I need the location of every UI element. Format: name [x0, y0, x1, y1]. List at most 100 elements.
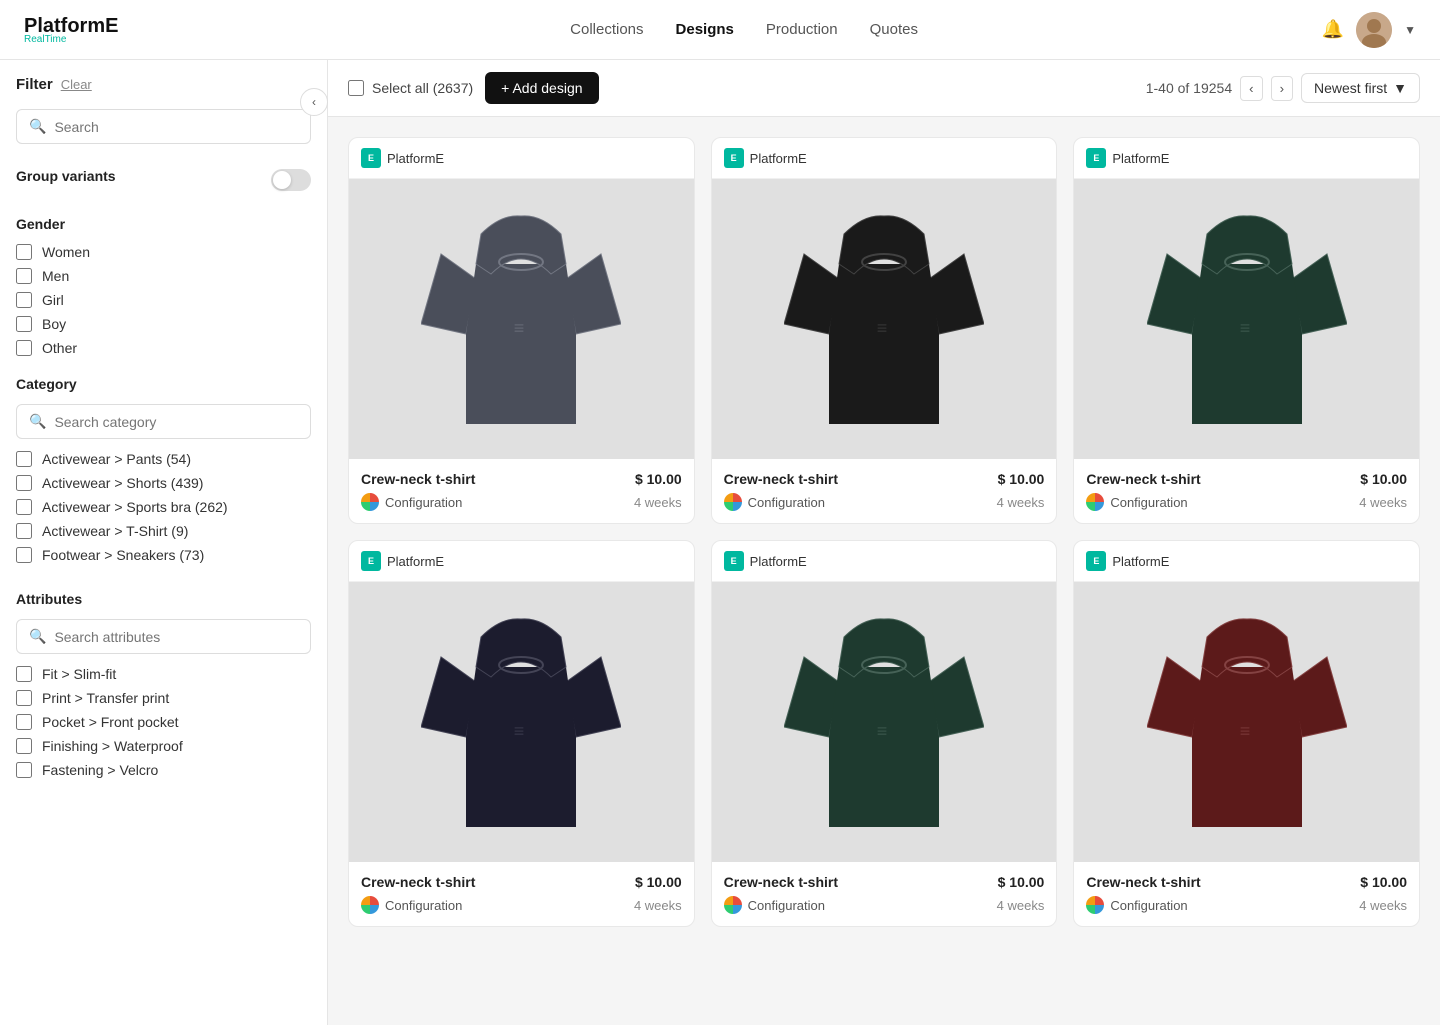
config-label: Configuration — [724, 493, 825, 511]
card-image: ≡ — [712, 179, 1057, 459]
attr-finishing-waterproof-checkbox[interactable] — [16, 738, 32, 754]
prev-page-button[interactable]: ‹ — [1240, 76, 1262, 101]
filter-header: Filter Clear — [16, 76, 311, 93]
category-activewear-tshirt[interactable]: Activewear > T-Shirt (9) — [16, 523, 311, 539]
category-search-input[interactable] — [54, 414, 298, 430]
category-footwear-sneakers[interactable]: Footwear > Sneakers (73) — [16, 547, 311, 563]
search-box: 🔍 — [16, 109, 311, 144]
category-activewear-sportsbra[interactable]: Activewear > Sports bra (262) — [16, 499, 311, 515]
design-card-3[interactable]: E PlatformE ≡ Crew-neck t-shirt $ 10.00 — [348, 540, 695, 927]
select-all-text: Select all (2637) — [372, 80, 473, 96]
card-name: Crew-neck t-shirt — [1086, 471, 1200, 487]
brand-icon: E — [724, 148, 744, 168]
design-card-1[interactable]: E PlatformE ≡ Crew-neck t-shirt $ 10.00 — [711, 137, 1058, 524]
attr-fit-slimfit-label: Fit > Slim-fit — [42, 666, 116, 682]
cat-activewear-shorts-checkbox[interactable] — [16, 475, 32, 491]
attr-pocket-front[interactable]: Pocket > Front pocket — [16, 714, 311, 730]
nav-production[interactable]: Production — [766, 21, 838, 38]
card-name-price: Crew-neck t-shirt $ 10.00 — [361, 874, 682, 890]
card-weeks: 4 weeks — [1359, 898, 1407, 913]
brand-icon: E — [361, 551, 381, 571]
gender-men-label: Men — [42, 268, 69, 284]
cat-footwear-sneakers-checkbox[interactable] — [16, 547, 32, 563]
group-variants-toggle[interactable] — [271, 169, 311, 191]
config-label: Configuration — [724, 896, 825, 914]
svg-text:≡: ≡ — [877, 318, 888, 338]
gender-boy-checkbox[interactable] — [16, 316, 32, 332]
sidebar-collapse-button[interactable]: ‹ — [300, 88, 328, 116]
pagination-info: 1-40 of 19254 — [1146, 80, 1232, 96]
category-activewear-shorts[interactable]: Activewear > Shorts (439) — [16, 475, 311, 491]
next-page-button[interactable]: › — [1271, 76, 1293, 101]
card-price: $ 10.00 — [998, 874, 1045, 890]
nav-collections[interactable]: Collections — [570, 21, 643, 38]
attributes-search-box: 🔍 — [16, 619, 311, 654]
category-list: Activewear > Pants (54) Activewear > Sho… — [16, 451, 311, 571]
card-header: E PlatformE — [349, 138, 694, 179]
category-section: Category 🔍 Activewear > Pants (54) Activ… — [16, 376, 311, 571]
card-name: Crew-neck t-shirt — [361, 874, 475, 890]
attr-pocket-front-checkbox[interactable] — [16, 714, 32, 730]
design-card-0[interactable]: E PlatformE ≡ Crew-neck t-shirt $ 10.00 — [348, 137, 695, 524]
designs-grid: E PlatformE ≡ Crew-neck t-shirt $ 10.00 — [328, 117, 1440, 947]
attr-finishing-waterproof[interactable]: Finishing > Waterproof — [16, 738, 311, 754]
topnav: PlatformE RealTime Collections Designs P… — [0, 0, 1440, 60]
design-card-2[interactable]: E PlatformE ≡ Crew-neck t-shirt $ 10.00 — [1073, 137, 1420, 524]
main-content: Select all (2637) + Add design 1-40 of 1… — [328, 60, 1440, 1025]
category-search-icon: 🔍 — [29, 413, 46, 430]
add-design-button[interactable]: + Add design — [485, 72, 598, 104]
sidebar: Filter Clear 🔍 Group variants Gender Wom… — [0, 60, 328, 1025]
card-header: E PlatformE — [712, 138, 1057, 179]
attr-fastening-velcro-checkbox[interactable] — [16, 762, 32, 778]
gender-other-checkbox[interactable] — [16, 340, 32, 356]
cat-activewear-sportsbra-checkbox[interactable] — [16, 499, 32, 515]
user-menu-chevron-icon[interactable]: ▼ — [1404, 23, 1416, 37]
select-all-checkbox[interactable] — [348, 80, 364, 96]
attr-pocket-front-label: Pocket > Front pocket — [42, 714, 179, 730]
nav-quotes[interactable]: Quotes — [870, 21, 918, 38]
clear-filter-link[interactable]: Clear — [61, 77, 92, 92]
design-card-4[interactable]: E PlatformE ≡ Crew-neck t-shirt $ 10.00 — [711, 540, 1058, 927]
card-weeks: 4 weeks — [997, 495, 1045, 510]
sort-chevron-icon: ▼ — [1393, 80, 1407, 96]
gender-men[interactable]: Men — [16, 268, 311, 284]
attributes-search-input[interactable] — [54, 629, 298, 645]
gender-women-checkbox[interactable] — [16, 244, 32, 260]
notification-bell-icon[interactable]: 🔔 — [1322, 19, 1344, 40]
attr-fit-slimfit-checkbox[interactable] — [16, 666, 32, 682]
cat-activewear-tshirt-label: Activewear > T-Shirt (9) — [42, 523, 188, 539]
gender-men-checkbox[interactable] — [16, 268, 32, 284]
gender-women[interactable]: Women — [16, 244, 311, 260]
attr-fastening-velcro[interactable]: Fastening > Velcro — [16, 762, 311, 778]
card-footer: Crew-neck t-shirt $ 10.00 Configuration … — [349, 862, 694, 926]
design-card-5[interactable]: E PlatformE ≡ Crew-neck t-shirt $ 10.00 — [1073, 540, 1420, 927]
card-meta: Configuration 4 weeks — [361, 896, 682, 914]
gender-girl-checkbox[interactable] — [16, 292, 32, 308]
brand-name: PlatformE — [1112, 554, 1169, 569]
nav-designs[interactable]: Designs — [676, 21, 734, 38]
card-header: E PlatformE — [1074, 541, 1419, 582]
category-search-box: 🔍 — [16, 404, 311, 439]
attr-finishing-waterproof-label: Finishing > Waterproof — [42, 738, 183, 754]
gender-girl[interactable]: Girl — [16, 292, 311, 308]
avatar[interactable] — [1356, 12, 1392, 48]
cat-activewear-pants-checkbox[interactable] — [16, 451, 32, 467]
config-label: Configuration — [1086, 896, 1187, 914]
config-text: Configuration — [1110, 898, 1187, 913]
cat-activewear-tshirt-checkbox[interactable] — [16, 523, 32, 539]
gender-other-label: Other — [42, 340, 77, 356]
gender-other[interactable]: Other — [16, 340, 311, 356]
cat-activewear-shorts-label: Activewear > Shorts (439) — [42, 475, 203, 491]
card-header: E PlatformE — [1074, 138, 1419, 179]
attr-print-transfer[interactable]: Print > Transfer print — [16, 690, 311, 706]
card-weeks: 4 weeks — [997, 898, 1045, 913]
config-label: Configuration — [1086, 493, 1187, 511]
sort-button[interactable]: Newest first ▼ — [1301, 73, 1420, 103]
gender-boy[interactable]: Boy — [16, 316, 311, 332]
attr-print-transfer-checkbox[interactable] — [16, 690, 32, 706]
select-all-label[interactable]: Select all (2637) — [348, 80, 473, 96]
attr-fit-slimfit[interactable]: Fit > Slim-fit — [16, 666, 311, 682]
group-variants-label: Group variants — [16, 168, 116, 184]
category-activewear-pants[interactable]: Activewear > Pants (54) — [16, 451, 311, 467]
search-input[interactable] — [54, 119, 298, 135]
